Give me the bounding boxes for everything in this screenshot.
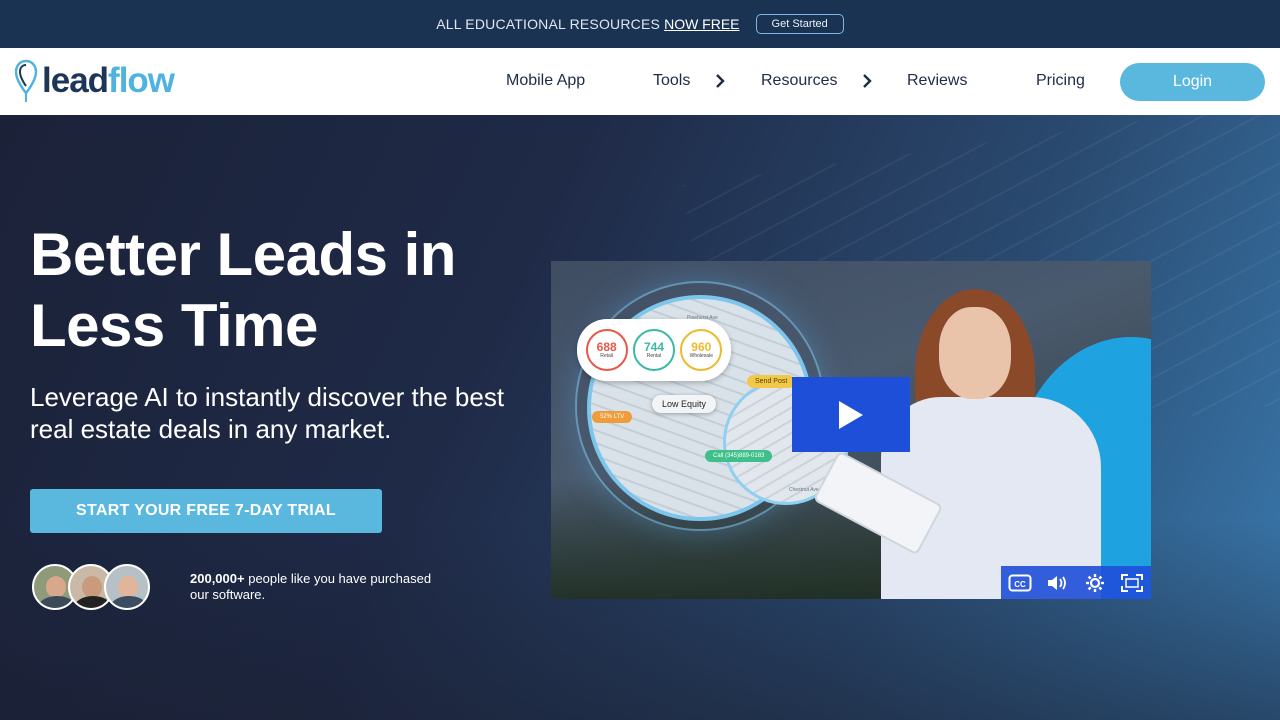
low-equity-tag: Low Equity (652, 395, 717, 413)
svg-text:CC: CC (1014, 580, 1026, 589)
street-label: Chestnut Ave (789, 487, 819, 493)
deal-stats-bubble: 688 Retail 744 Rental 960 Wholesale (577, 319, 731, 381)
hero-section: Better Leads in Less Time Leverage AI to… (0, 115, 1280, 720)
ltv-tag: 52% LTV (592, 411, 633, 423)
logo-wordmark: leadflow (42, 61, 175, 100)
social-count: 200,000+ (190, 571, 245, 586)
presenter-image (812, 279, 1111, 599)
stat-rental: 744 Rental (632, 329, 675, 371)
chevron-right-icon[interactable] (860, 72, 874, 90)
hero-headline: Better Leads in Less Time (30, 219, 510, 361)
leadflow-logo[interactable]: leadflow (14, 58, 175, 104)
customer-avatars (32, 564, 154, 610)
video-player[interactable]: Pinehurst Ave Chestnut Ave 688 Retail 744… (551, 261, 1151, 599)
settings-icon[interactable] (1082, 571, 1108, 595)
nav-reviews[interactable]: Reviews (907, 72, 967, 90)
cc-icon[interactable]: CC (1007, 571, 1033, 595)
announcement-link[interactable]: NOW FREE (664, 16, 739, 32)
announcement-text: ALL EDUCATIONAL RESOURCES (436, 16, 661, 32)
stat-wholesale: 960 Wholesale (680, 329, 723, 371)
get-started-button[interactable]: Get Started (755, 14, 844, 34)
login-button[interactable]: Login (1120, 63, 1265, 101)
announcement-bar: ALL EDUCATIONAL RESOURCES NOW FREE Get S… (0, 0, 1280, 48)
send-post-tag: Send Post (747, 375, 796, 388)
volume-icon[interactable] (1044, 571, 1070, 595)
headline-line-2: Less Time (30, 292, 318, 359)
start-trial-button[interactable]: START YOUR FREE 7-DAY TRIAL (30, 489, 382, 533)
chevron-right-icon[interactable] (713, 72, 727, 90)
hero-subhead: Leverage AI to instantly discover the be… (30, 382, 505, 444)
play-icon (839, 400, 863, 429)
video-controls: CC (1001, 566, 1151, 599)
nav-mobile-app[interactable]: Mobile App (506, 72, 585, 90)
main-nav: leadflow Mobile App Tools Resources Revi… (0, 48, 1280, 115)
nav-resources[interactable]: Resources (761, 72, 837, 90)
social-proof: 200,000+ people like you have purchased … (190, 571, 450, 603)
stat-retail: 688 Retail (585, 329, 628, 371)
play-button[interactable] (792, 377, 910, 452)
nav-tools[interactable]: Tools (653, 72, 690, 90)
fullscreen-icon[interactable] (1119, 571, 1145, 595)
avatar (104, 564, 150, 610)
location-pin-icon (14, 59, 38, 102)
call-tag: Call (345)889-0183 (705, 450, 773, 462)
headline-line-1: Better Leads in (30, 221, 456, 288)
nav-pricing[interactable]: Pricing (1036, 72, 1085, 90)
